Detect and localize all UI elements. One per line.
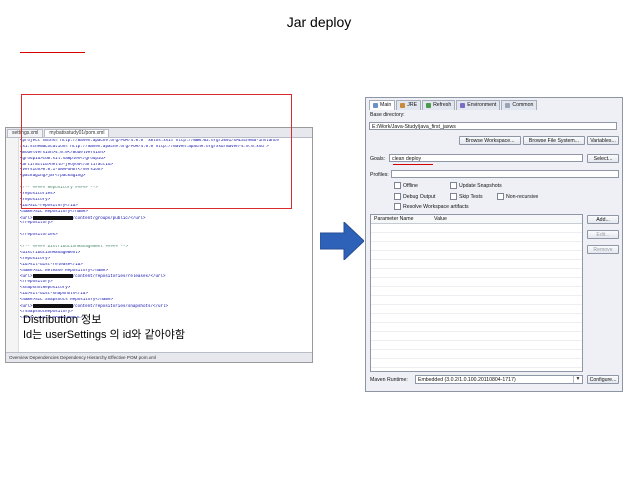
- common-tab-icon: [505, 103, 511, 108]
- checkbox-label: Skip Tests: [459, 193, 483, 200]
- checkbox-label: Offline: [403, 182, 418, 189]
- chevron-down-icon: ▼: [573, 376, 582, 383]
- environment-tab-icon: [460, 103, 466, 108]
- right-arrow-icon: [320, 222, 364, 260]
- table-row-line: [371, 367, 582, 368]
- pom-editor-bottom-tabs: Overview Dependencies Dependency Hierarc…: [6, 352, 312, 362]
- tab-environment[interactable]: Environment: [456, 100, 501, 110]
- maven-runtime-label: Maven Runtime:: [370, 377, 408, 383]
- remove-parameter-button[interactable]: Remove: [587, 245, 619, 254]
- table-row-line: [371, 322, 582, 323]
- page-title: Jar deploy: [286, 14, 352, 30]
- non-recursive-checkbox[interactable]: Non-recursive: [497, 193, 538, 200]
- table-row-line: [371, 349, 582, 350]
- table-row-line: [371, 277, 582, 278]
- parameters-table[interactable]: Parameter Name Value: [370, 214, 583, 372]
- checkbox-label: Update Snapshots: [459, 182, 502, 189]
- checkbox-label: Debug Output: [403, 193, 436, 200]
- resolve-workspace-checkbox[interactable]: Resolve Workspace artifacts: [394, 203, 469, 210]
- annotation-line-2: Id는 userSettings 의 id와 같아야함: [23, 329, 185, 341]
- maven-runtime-select[interactable]: Embedded (3.0.2/1.0.100.20110804-1717) ▼: [415, 375, 583, 384]
- skip-tests-checkbox[interactable]: Skip Tests: [450, 193, 483, 200]
- offline-checkbox[interactable]: Offline: [394, 182, 418, 189]
- redacted-url: [32, 215, 73, 220]
- table-row-line: [371, 232, 582, 233]
- tab-refresh-label: Refresh: [433, 102, 452, 108]
- table-row-line: [371, 313, 582, 314]
- table-row-line: [371, 340, 582, 341]
- redacted-url: [32, 274, 73, 279]
- debug-output-checkbox[interactable]: Debug Output: [394, 193, 435, 200]
- maven-runtime-value: Embedded (3.0.2/1.0.100.20110804-1717): [418, 377, 516, 383]
- refresh-tab-icon: [426, 103, 432, 108]
- table-row-line: [371, 241, 582, 242]
- line-gutter: [6, 138, 19, 352]
- tab-main-label: Main: [380, 102, 392, 108]
- column-value[interactable]: Value: [434, 215, 447, 223]
- table-row-line: [371, 358, 582, 359]
- table-row-line: [371, 250, 582, 251]
- base-directory-input[interactable]: E:/Work/Java-Study/java_first_jaxws: [369, 122, 617, 130]
- tab-common[interactable]: Common: [501, 100, 538, 110]
- tab-jre-label: JRE: [407, 102, 418, 108]
- tab-jre[interactable]: JRE: [396, 100, 422, 110]
- browse-workspace-button[interactable]: Browse Workspace...: [459, 136, 521, 145]
- table-row-line: [371, 286, 582, 287]
- checkbox-box: [450, 182, 457, 189]
- checkbox-box: [394, 182, 401, 189]
- table-row-line: [371, 259, 582, 260]
- goals-underline: [393, 164, 433, 165]
- checkbox-box: [450, 193, 457, 200]
- variables-button[interactable]: Variables...: [587, 136, 619, 145]
- distribution-highlight-box: [21, 94, 292, 209]
- table-row-line: [371, 304, 582, 305]
- goals-label: Goals:: [370, 156, 385, 162]
- checkbox-box: [394, 203, 401, 210]
- column-parameter-name[interactable]: Parameter Name: [374, 215, 414, 223]
- select-goals-button[interactable]: Select...: [587, 154, 619, 163]
- checkbox-box: [394, 193, 401, 200]
- goals-input[interactable]: clean deploy: [389, 154, 583, 162]
- base-directory-label: Base directory:: [370, 112, 405, 118]
- tab-environment-label: Environment: [467, 102, 497, 108]
- table-row-line: [371, 295, 582, 296]
- table-row-line: [371, 331, 582, 332]
- annotation-line-1: Distribution 정보: [23, 314, 102, 326]
- checkbox-label: Resolve Workspace artifacts: [403, 203, 469, 210]
- redacted-url: [32, 303, 73, 308]
- pom-editor-tabs-label[interactable]: Overview Dependencies Dependency Hierarc…: [9, 355, 156, 360]
- table-row-line: [371, 268, 582, 269]
- edit-parameter-button[interactable]: Edit...: [587, 230, 619, 239]
- checkbox-label: Non-recursive: [506, 193, 539, 200]
- main-tab-icon: [373, 103, 378, 108]
- checkbox-box: [497, 193, 504, 200]
- add-parameter-button[interactable]: Add...: [587, 215, 619, 224]
- update-snapshots-checkbox[interactable]: Update Snapshots: [450, 182, 502, 189]
- tab-common-label: Common: [512, 102, 534, 108]
- tab-main[interactable]: Main: [369, 100, 396, 110]
- browse-file-system-button[interactable]: Browse File System...: [523, 136, 585, 145]
- tab-refresh[interactable]: Refresh: [422, 100, 456, 110]
- parameters-table-header: Parameter Name Value: [371, 215, 582, 224]
- profiles-label: Profiles:: [370, 172, 389, 178]
- configure-button[interactable]: Configure...: [587, 375, 619, 384]
- profiles-input[interactable]: [391, 170, 619, 178]
- config-tab-bar: Main JRE Refresh Environment Common: [369, 100, 538, 110]
- jre-tab-icon: [400, 103, 406, 108]
- packaging-underline: [20, 52, 85, 53]
